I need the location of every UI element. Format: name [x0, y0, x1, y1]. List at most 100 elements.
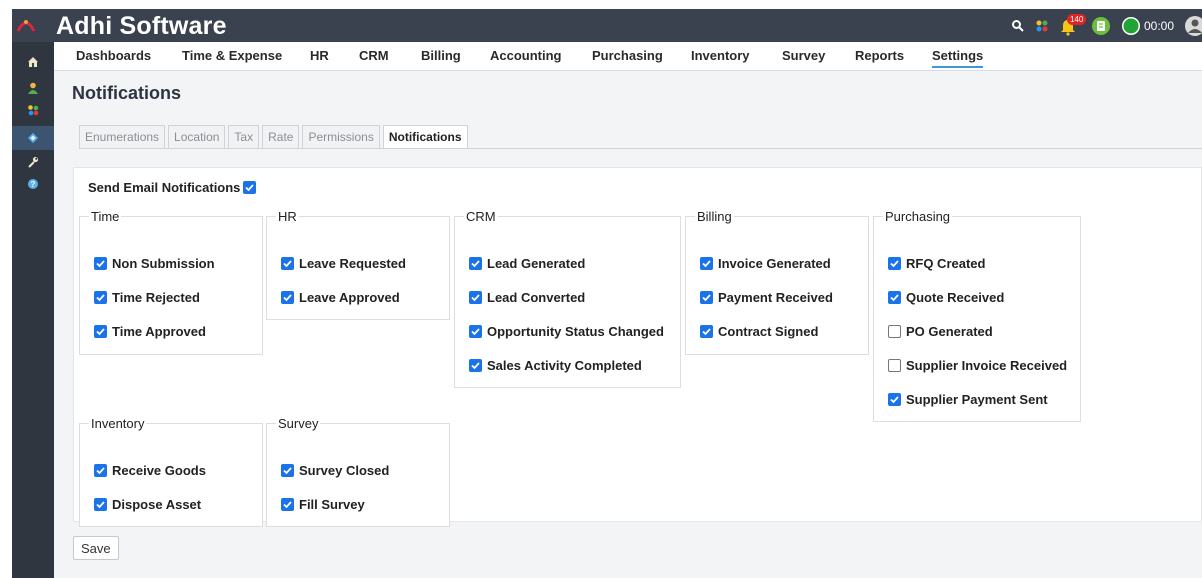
- checkbox[interactable]: [700, 257, 713, 270]
- option-label: Leave Approved: [299, 290, 400, 305]
- option-lead-converted[interactable]: Lead Converted: [469, 290, 585, 305]
- checkbox[interactable]: [888, 393, 901, 406]
- option-label: Lead Converted: [487, 290, 586, 305]
- checkbox[interactable]: [888, 257, 901, 270]
- checkbox[interactable]: [94, 325, 107, 338]
- nav-purchasing[interactable]: Purchasing: [592, 48, 663, 63]
- option-lead-generated[interactable]: Lead Generated: [469, 256, 585, 271]
- nav-reports[interactable]: Reports: [855, 48, 904, 63]
- checkbox[interactable]: [94, 291, 107, 304]
- option-label: Supplier Payment Sent: [906, 392, 1048, 407]
- nav-hr[interactable]: HR: [310, 48, 329, 63]
- checkbox[interactable]: [281, 257, 294, 270]
- app-title: Adhi Software: [56, 12, 227, 40]
- checkbox[interactable]: [888, 359, 901, 372]
- tab-notifications[interactable]: Notifications: [382, 125, 468, 149]
- option-label: RFQ Created: [906, 256, 986, 271]
- option-leave-requested[interactable]: Leave Requested: [281, 256, 406, 271]
- option-dispose-asset[interactable]: Dispose Asset: [94, 497, 201, 512]
- rail-user[interactable]: [12, 76, 54, 100]
- group-crm: CRM Lead Generated Lead Converted Opport…: [454, 209, 681, 388]
- checkbox[interactable]: [469, 325, 482, 338]
- option-label: Sales Activity Completed: [487, 358, 642, 373]
- option-rfq-created[interactable]: RFQ Created: [888, 256, 985, 271]
- nav-dashboards[interactable]: Dashboards: [76, 48, 151, 63]
- checkbox[interactable]: [700, 325, 713, 338]
- tabs-divider: [79, 148, 1202, 149]
- checkbox[interactable]: [469, 257, 482, 270]
- main-nav: Dashboards Time & Expense HR CRM Billing…: [54, 42, 1202, 71]
- option-survey-closed[interactable]: Survey Closed: [281, 463, 389, 478]
- tab-rate[interactable]: Rate: [262, 125, 300, 149]
- user-icon: [28, 82, 38, 94]
- option-label: Opportunity Status Changed: [487, 324, 664, 339]
- nav-inventory[interactable]: Inventory: [691, 48, 750, 63]
- option-label: Receive Goods: [112, 463, 206, 478]
- option-supplier-invoice-received[interactable]: Supplier Invoice Received: [888, 358, 1067, 373]
- option-sales-activity-completed[interactable]: Sales Activity Completed: [469, 358, 642, 373]
- tab-enumerations[interactable]: Enumerations: [79, 125, 166, 149]
- apps-icon: [28, 105, 39, 116]
- save-button[interactable]: Save: [73, 536, 119, 560]
- rail-tools[interactable]: [12, 150, 54, 174]
- checkbox[interactable]: [94, 498, 107, 511]
- option-quote-received[interactable]: Quote Received: [888, 290, 1004, 305]
- option-contract-signed[interactable]: Contract Signed: [700, 324, 818, 339]
- tab-tax[interactable]: Tax: [228, 125, 260, 149]
- checkbox[interactable]: [469, 359, 482, 372]
- nav-accounting[interactable]: Accounting: [490, 48, 562, 63]
- group-billing-legend: Billing: [697, 209, 732, 224]
- option-time-rejected[interactable]: Time Rejected: [94, 290, 200, 305]
- send-email-checkbox[interactable]: [243, 181, 257, 194]
- search-icon[interactable]: [1011, 19, 1025, 33]
- checkbox[interactable]: [94, 464, 107, 477]
- left-icon-rail: ?: [12, 42, 54, 578]
- checkbox[interactable]: [888, 325, 901, 338]
- checkbox[interactable]: [281, 498, 294, 511]
- nav-settings[interactable]: Settings: [932, 48, 984, 68]
- help-icon: ?: [28, 179, 38, 189]
- option-label: Supplier Invoice Received: [906, 358, 1068, 373]
- tab-permissions[interactable]: Permissions: [302, 125, 380, 149]
- option-time-approved[interactable]: Time Approved: [94, 324, 206, 339]
- option-po-generated[interactable]: PO Generated: [888, 324, 993, 339]
- option-label: Survey Closed: [299, 463, 390, 478]
- option-supplier-payment-sent[interactable]: Supplier Payment Sent: [888, 392, 1048, 407]
- nav-crm[interactable]: CRM: [359, 48, 389, 63]
- option-label: Invoice Generated: [718, 256, 831, 271]
- group-billing: Billing Invoice Generated Payment Receiv…: [685, 209, 869, 355]
- group-purchasing: Purchasing RFQ Created Quote Received PO…: [873, 209, 1081, 422]
- rail-help[interactable]: ?: [12, 172, 54, 196]
- option-fill-survey[interactable]: Fill Survey: [281, 497, 365, 512]
- top-header: Adhi Software 140 00:00: [12, 9, 1202, 42]
- timer-widget[interactable]: 00:00: [1121, 16, 1174, 36]
- notifications-bell-icon[interactable]: 140: [1059, 13, 1087, 37]
- group-inventory-legend: Inventory: [91, 416, 145, 431]
- checkbox[interactable]: [469, 291, 482, 304]
- checkbox[interactable]: [700, 291, 713, 304]
- rail-home[interactable]: [12, 50, 54, 74]
- option-non-submission[interactable]: Non Submission: [94, 256, 215, 271]
- send-email-label: Send Email Notifications: [88, 180, 241, 195]
- timesheet-icon[interactable]: [1091, 16, 1111, 36]
- checkbox[interactable]: [281, 291, 294, 304]
- nav-billing[interactable]: Billing: [421, 48, 461, 63]
- option-receive-goods[interactable]: Receive Goods: [94, 463, 206, 478]
- option-leave-approved[interactable]: Leave Approved: [281, 290, 400, 305]
- option-payment-received[interactable]: Payment Received: [700, 290, 833, 305]
- checkbox[interactable]: [94, 257, 107, 270]
- nav-survey[interactable]: Survey: [782, 48, 825, 63]
- checkbox[interactable]: [281, 464, 294, 477]
- group-survey-legend: Survey: [278, 416, 319, 431]
- user-avatar-icon[interactable]: [1184, 15, 1202, 37]
- tab-location[interactable]: Location: [168, 125, 226, 149]
- apps-icon[interactable]: [1035, 19, 1049, 33]
- rail-apps[interactable]: [12, 98, 54, 122]
- option-opportunity-status-changed[interactable]: Opportunity Status Changed: [469, 324, 664, 339]
- rail-settings[interactable]: [12, 126, 54, 150]
- option-invoice-generated[interactable]: Invoice Generated: [700, 256, 831, 271]
- nav-time-expense[interactable]: Time & Expense: [182, 48, 282, 63]
- option-label: Fill Survey: [299, 497, 365, 512]
- group-hr-legend: HR: [278, 209, 297, 224]
- checkbox[interactable]: [888, 291, 901, 304]
